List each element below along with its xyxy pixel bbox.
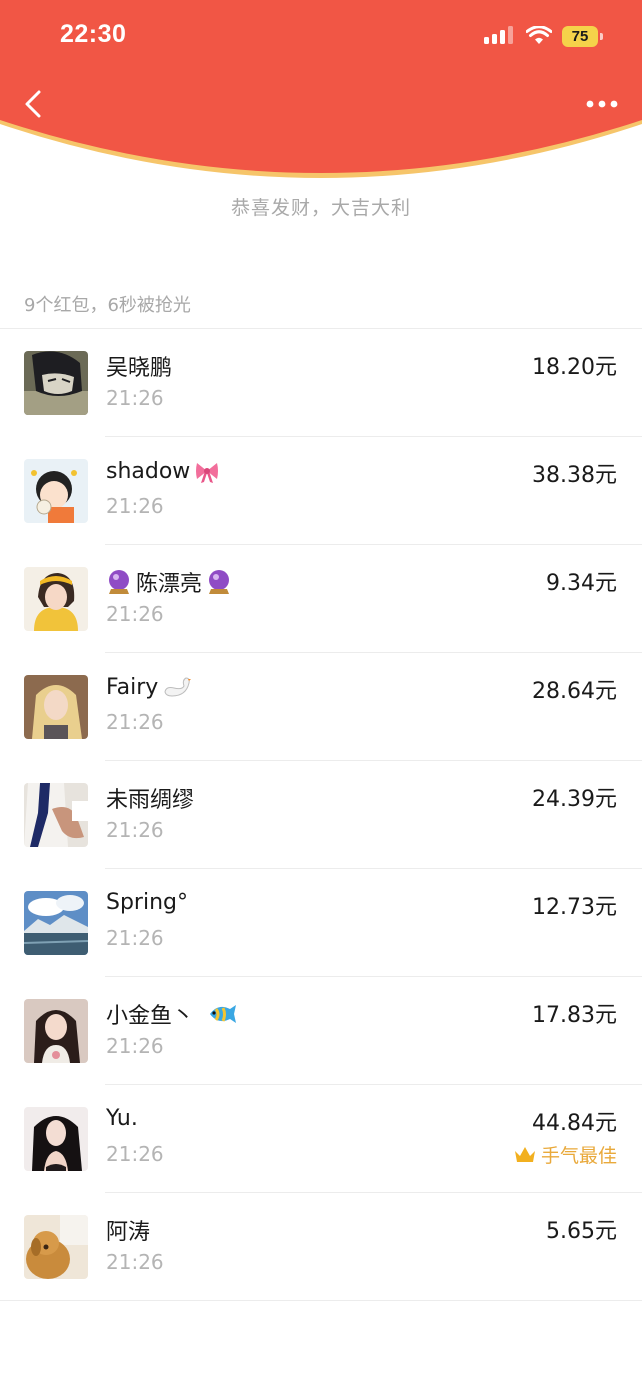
recipient-name: Yu. bbox=[106, 1106, 138, 1131]
grab-amount: 38.38元 bbox=[532, 463, 617, 488]
grab-time: 21:26 bbox=[106, 386, 164, 410]
crystal-ball-emoji-icon bbox=[109, 570, 129, 594]
status-time: 22:30 bbox=[60, 20, 127, 48]
grab-amount: 9.34元 bbox=[546, 571, 617, 596]
avatar bbox=[24, 351, 88, 415]
avatar bbox=[24, 675, 88, 739]
more-options-button[interactable] bbox=[584, 90, 620, 118]
avatar bbox=[24, 891, 88, 955]
recipient-row[interactable]: Yu. 21:26 44.84元 手气最佳 bbox=[0, 1085, 642, 1193]
grab-time: 21:26 bbox=[106, 818, 164, 842]
avatar bbox=[24, 783, 88, 847]
recipient-row[interactable]: 小金鱼丶 21:26 17.83元 bbox=[0, 977, 642, 1085]
recipient-name: 阿涛 bbox=[106, 1220, 151, 1245]
grab-amount: 44.84元 bbox=[532, 1111, 617, 1136]
crystal-ball-emoji-icon bbox=[209, 570, 230, 594]
envelope-summary: 9个红包，6秒被抢光 bbox=[24, 295, 191, 316]
bow-emoji-icon bbox=[196, 463, 219, 483]
grab-time: 21:26 bbox=[106, 494, 164, 518]
more-dots-icon bbox=[586, 100, 618, 108]
recipient-row[interactable]: 吴晓鹏 21:26 18.20元 bbox=[0, 329, 642, 437]
recipient-row[interactable]: 陈漂亮 21:26 9.34元 bbox=[0, 545, 642, 653]
cellular-signal-icon bbox=[484, 26, 513, 44]
recipient-name: Fairy bbox=[106, 674, 192, 700]
recipient-row[interactable]: 未雨绸缪 21:26 24.39元 bbox=[0, 761, 642, 869]
status-icons: 75 bbox=[484, 24, 603, 48]
recipient-name: 未雨绸缪 bbox=[106, 788, 195, 813]
recipient-name: 小金鱼丶 bbox=[106, 998, 238, 1030]
grab-amount: 28.64元 bbox=[532, 679, 617, 704]
recipient-name: 陈漂亮 bbox=[106, 566, 232, 598]
status-bar: 22:30 75 bbox=[0, 0, 642, 72]
recipient-list: 吴晓鹏 21:26 18.20元 shadow 21:26 38.38元 陈漂亮… bbox=[0, 328, 642, 1301]
avatar bbox=[24, 1215, 88, 1279]
grab-time: 21:26 bbox=[106, 1142, 164, 1166]
grab-amount: 5.65元 bbox=[546, 1219, 617, 1244]
chevron-left-icon bbox=[25, 90, 41, 118]
grab-time: 21:26 bbox=[106, 926, 164, 950]
red-envelope-header: 22:30 75 bbox=[0, 0, 642, 200]
recipient-name: Spring° bbox=[106, 890, 188, 915]
grab-time: 21:26 bbox=[106, 602, 164, 626]
tropical-fish-emoji-icon bbox=[210, 1005, 237, 1023]
recipient-row[interactable]: Fairy 21:26 28.64元 bbox=[0, 653, 642, 761]
recipient-row[interactable]: shadow 21:26 38.38元 bbox=[0, 437, 642, 545]
crown-icon bbox=[514, 1146, 535, 1162]
grab-amount: 18.20元 bbox=[532, 355, 617, 380]
grab-amount: 24.39元 bbox=[532, 787, 617, 812]
avatar bbox=[24, 567, 88, 631]
swan-emoji-icon bbox=[164, 677, 192, 697]
wifi-icon bbox=[526, 26, 552, 44]
recipient-name: 吴晓鹏 bbox=[106, 356, 173, 381]
recipient-row[interactable]: 阿涛 21:26 5.65元 bbox=[0, 1193, 642, 1301]
avatar bbox=[24, 1107, 88, 1171]
recipient-name: shadow bbox=[106, 458, 220, 484]
grab-time: 21:26 bbox=[106, 1034, 164, 1058]
grab-time: 21:26 bbox=[106, 1250, 164, 1274]
best-luck-badge: 手气最佳 bbox=[514, 1141, 617, 1168]
avatar bbox=[24, 459, 88, 523]
grab-amount: 12.73元 bbox=[532, 895, 617, 920]
grab-time: 21:26 bbox=[106, 710, 164, 734]
battery-indicator: 75 bbox=[562, 25, 603, 47]
grab-amount: 17.83元 bbox=[532, 1003, 617, 1028]
envelope-greeting: 恭喜发财，大吉大利 bbox=[230, 197, 411, 219]
back-button[interactable] bbox=[18, 84, 50, 124]
avatar bbox=[24, 999, 88, 1063]
recipient-row[interactable]: Spring° 21:26 12.73元 bbox=[0, 869, 642, 977]
